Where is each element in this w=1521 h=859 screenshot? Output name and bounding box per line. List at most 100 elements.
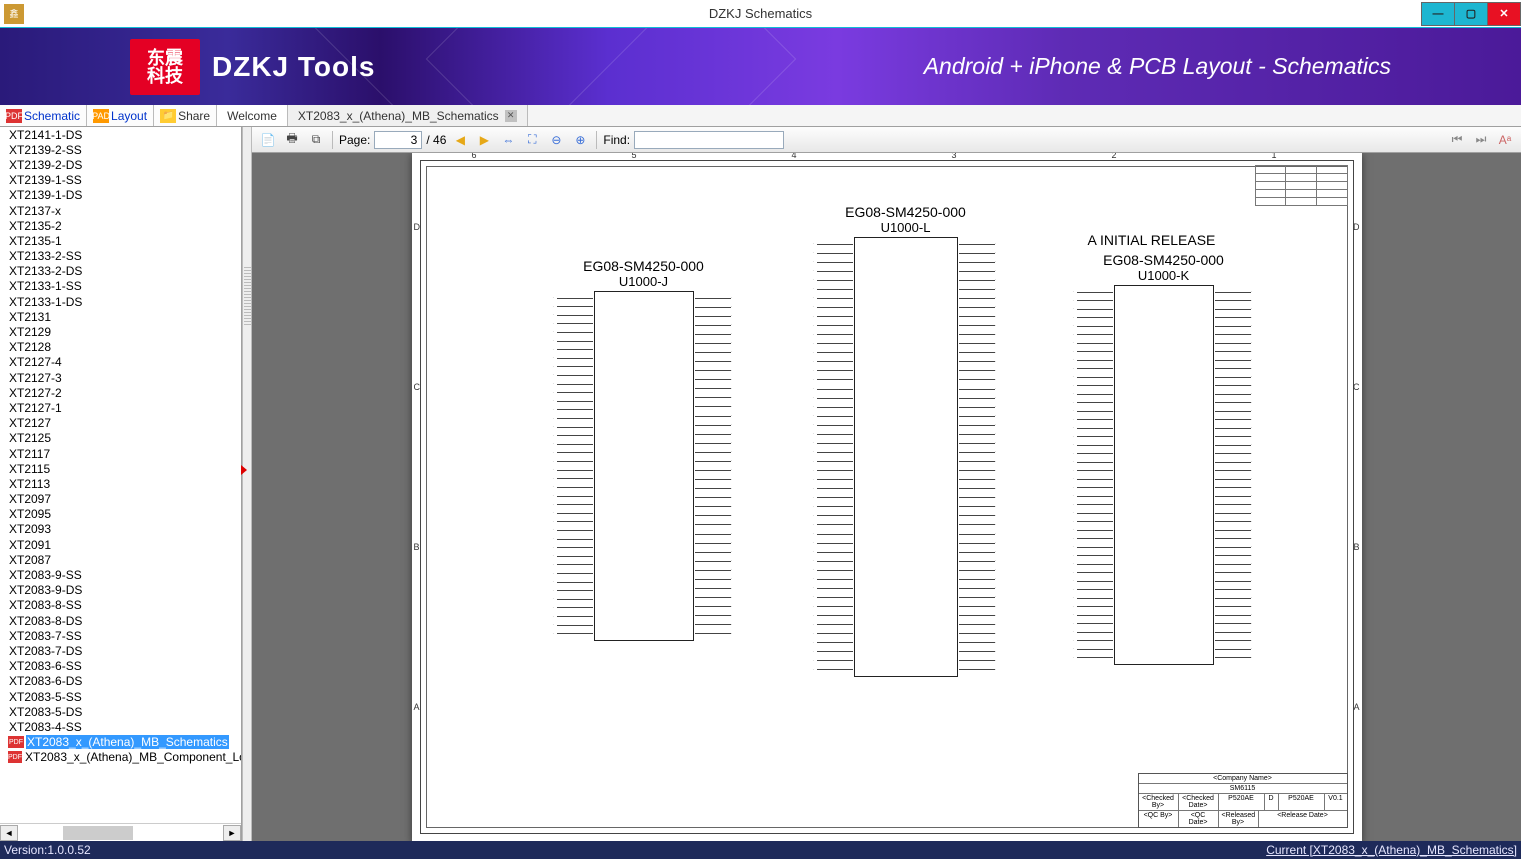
main-area: XT2141-1-DSXT2139-2-SSXT2139-2-DSXT2139-… <box>0 127 1521 841</box>
tree-item[interactable]: XT2129 <box>0 324 241 339</box>
scroll-thumb[interactable] <box>63 826 133 840</box>
minimize-button[interactable]: — <box>1421 2 1455 26</box>
tree-item[interactable]: XT2139-2-SS <box>0 142 241 157</box>
tree-item[interactable]: XT2127-2 <box>0 385 241 400</box>
tree-item[interactable]: XT2083-7-SS <box>0 628 241 643</box>
find-input[interactable] <box>634 131 784 149</box>
tree-item[interactable]: XT2083-7-DS <box>0 643 241 658</box>
tree-item[interactable]: XT2093 <box>0 522 241 537</box>
tree-item-label: XT2095 <box>8 507 52 521</box>
prev-page-button[interactable]: ◀ <box>450 130 470 150</box>
statusbar: Version:1.0.0.52 Current [XT2083_x_(Athe… <box>0 841 1521 859</box>
column-label: 4 <box>792 153 797 160</box>
toolbar-separator <box>596 131 597 149</box>
revision-block <box>1256 166 1348 206</box>
tree-item[interactable]: XT2117 <box>0 446 241 461</box>
column-label: 1 <box>1272 153 1277 160</box>
chip-pins-right: ········································… <box>959 242 999 672</box>
tree-item[interactable]: XT2091 <box>0 537 241 552</box>
tree-item[interactable]: XT2115 <box>0 461 241 476</box>
close-button[interactable]: ✕ <box>1487 2 1521 26</box>
active-document-tab[interactable]: XT2083_x_(Athena)_MB_Schematics✕ <box>288 105 528 126</box>
tree-item[interactable]: XT2083-9-DS <box>0 583 241 598</box>
tree-item[interactable]: XT2133-1-DS <box>0 294 241 309</box>
tree-item[interactable]: XT2141-1-DS <box>0 127 241 142</box>
window-controls: — ▢ ✕ <box>1422 2 1521 26</box>
schematic-page: 654321DDCCBBAA A INITIAL RELEASE EG08-SM… <box>412 153 1362 841</box>
canvas[interactable]: 654321DDCCBBAA A INITIAL RELEASE EG08-SM… <box>252 153 1521 841</box>
text-size-button[interactable]: Aᵃ <box>1495 130 1515 150</box>
tree-item[interactable]: XT2083-8-SS <box>0 598 241 613</box>
tree-item[interactable]: XT2137-x <box>0 203 241 218</box>
tree-item[interactable]: XT2127-1 <box>0 400 241 415</box>
scroll-right-button[interactable]: ► <box>223 825 241 841</box>
tree-view[interactable]: XT2141-1-DSXT2139-2-SSXT2139-2-DSXT2139-… <box>0 127 241 823</box>
zoom-out-button[interactable]: ⊖ <box>546 130 566 150</box>
tree-item-pdf[interactable]: PDFXT2083_x_(Athena)_MB_Schematics <box>0 735 241 750</box>
share-icon: 📁 <box>160 109 176 123</box>
tree-item[interactable]: XT2133-2-SS <box>0 249 241 264</box>
title-block: <Company Name> SM6115 <Checked By> <Chec… <box>1138 773 1348 828</box>
checked-date-cell: <Checked Date> <box>1179 794 1219 810</box>
tree-item-label: XT2139-2-SS <box>8 143 83 157</box>
ver-cell: V0.1 <box>1325 794 1347 810</box>
chip-part-label: EG08-SM4250-000 <box>812 204 1000 220</box>
tree-item[interactable]: XT2127 <box>0 416 241 431</box>
tree-item-label: XT2083-8-SS <box>8 598 83 612</box>
tree-item[interactable]: XT2127-3 <box>0 370 241 385</box>
tree-item[interactable]: XT2083-5-SS <box>0 689 241 704</box>
splitter[interactable] <box>242 127 252 841</box>
tree-item[interactable]: XT2135-1 <box>0 233 241 248</box>
tree-item[interactable]: XT2125 <box>0 431 241 446</box>
page-number-input[interactable] <box>374 131 422 149</box>
tree-item[interactable]: XT2083-8-DS <box>0 613 241 628</box>
tree-item[interactable]: XT2133-1-SS <box>0 279 241 294</box>
chip-pins-left: ········································… <box>1073 290 1113 660</box>
tree-item[interactable]: XT2127-4 <box>0 355 241 370</box>
find-prev-button[interactable]: ⏮ <box>1447 130 1467 150</box>
tree-item[interactable]: XT2083-6-SS <box>0 659 241 674</box>
tree-item[interactable]: XT2083-9-SS <box>0 567 241 582</box>
tree-item[interactable]: XT2083-4-SS <box>0 719 241 734</box>
tree-item[interactable]: XT2131 <box>0 309 241 324</box>
viewer-column: 📄 🖶 ⧉ Page: / 46 ◀ ▶ ⇔ ⛶ ⊖ ⊕ Find: ⏮ ⏭ A… <box>252 127 1521 841</box>
share-mode-tab[interactable]: 📁Share <box>154 105 217 126</box>
tree-item[interactable]: XT2128 <box>0 340 241 355</box>
tree-item-label: XT2083-5-SS <box>8 690 83 704</box>
tree-item-label: XT2127-2 <box>8 386 63 400</box>
next-page-button[interactable]: ▶ <box>474 130 494 150</box>
fit-width-button[interactable]: ⇔ <box>498 130 518 150</box>
find-next-button[interactable]: ⏭ <box>1471 130 1491 150</box>
tab-close-icon[interactable]: ✕ <box>505 110 517 122</box>
tree-item-label: XT2128 <box>8 340 52 354</box>
layout-mode-tab[interactable]: PADLayout <box>87 105 154 126</box>
fit-page-button[interactable]: ⛶ <box>522 130 542 150</box>
tree-item[interactable]: XT2083-5-DS <box>0 704 241 719</box>
tree-item[interactable]: XT2095 <box>0 507 241 522</box>
splitter-grip-icon <box>244 267 251 327</box>
current-doc-label[interactable]: Current [XT2083_x_(Athena)_MB_Schematics… <box>1266 843 1517 857</box>
schematic-mode-tab[interactable]: PDFSchematic <box>0 105 87 126</box>
tree-item-label: XT2125 <box>8 431 52 445</box>
tree-item[interactable]: XT2135-2 <box>0 218 241 233</box>
print-button[interactable]: 🖶 <box>282 130 302 150</box>
copy-button[interactable]: 📄 <box>258 130 278 150</box>
welcome-tab[interactable]: Welcome <box>217 105 288 126</box>
maximize-button[interactable]: ▢ <box>1454 2 1488 26</box>
tree-item[interactable]: XT2139-2-DS <box>0 157 241 172</box>
tree-item[interactable]: XT2097 <box>0 492 241 507</box>
tree-item-label: XT2083-8-DS <box>8 614 83 628</box>
zoom-in-button[interactable]: ⊕ <box>570 130 590 150</box>
tree-item[interactable]: XT2139-1-DS <box>0 188 241 203</box>
tree-item[interactable]: XT2113 <box>0 476 241 491</box>
tree-item[interactable]: XT2087 <box>0 552 241 567</box>
select-button[interactable]: ⧉ <box>306 130 326 150</box>
scroll-left-button[interactable]: ◄ <box>0 825 18 841</box>
tree-item-pdf[interactable]: PDFXT2083_x_(Athena)_MB_Component_Loca <box>0 750 241 765</box>
tree-item-label: XT2133-1-SS <box>8 279 83 293</box>
tree-item[interactable]: XT2133-2-DS <box>0 264 241 279</box>
tree-item[interactable]: XT2083-6-DS <box>0 674 241 689</box>
sidebar-hscrollbar[interactable]: ◄ ► <box>0 823 241 841</box>
pdf-icon: PDF <box>8 751 22 763</box>
tree-item[interactable]: XT2139-1-SS <box>0 173 241 188</box>
